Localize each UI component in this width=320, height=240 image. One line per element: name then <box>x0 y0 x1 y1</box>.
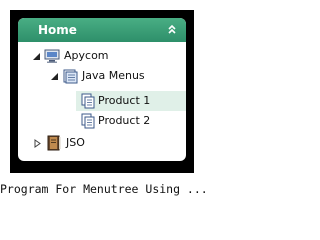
menu-header-title: Home <box>38 23 77 37</box>
tree-item-product-2[interactable]: Product 2 <box>76 111 186 131</box>
tree-item-product-1[interactable]: Product 1 <box>76 91 186 111</box>
tree-item-label: JSO <box>66 136 85 149</box>
tree-item-label: Java Menus <box>82 69 145 82</box>
document-icon <box>81 113 95 129</box>
page-caption: Program For Menutree Using ... <box>0 182 208 196</box>
tree-item-label: Product 1 <box>98 94 151 107</box>
double-chevron-up-icon[interactable] <box>166 23 178 35</box>
collapsed-arrow-icon[interactable] <box>33 139 42 148</box>
menu-header[interactable]: Home <box>18 18 186 42</box>
book-icon <box>47 135 61 151</box>
tree-item-java-menus[interactable]: Java Menus <box>18 66 186 86</box>
tree-item-jso[interactable]: JSO <box>18 133 186 153</box>
computer-icon <box>44 49 60 63</box>
expanded-arrow-icon[interactable] <box>50 72 59 81</box>
expanded-arrow-icon[interactable] <box>32 52 41 61</box>
document-icon <box>81 93 95 109</box>
folder-icon <box>63 69 78 84</box>
tree-item-label: Product 2 <box>98 114 151 127</box>
tree-item-label: Apycom <box>64 49 109 62</box>
tree-item-apycom[interactable]: Apycom <box>18 46 186 66</box>
tree-menu-panel: Home Apycom Java Menus Product 1 Product… <box>18 18 186 161</box>
